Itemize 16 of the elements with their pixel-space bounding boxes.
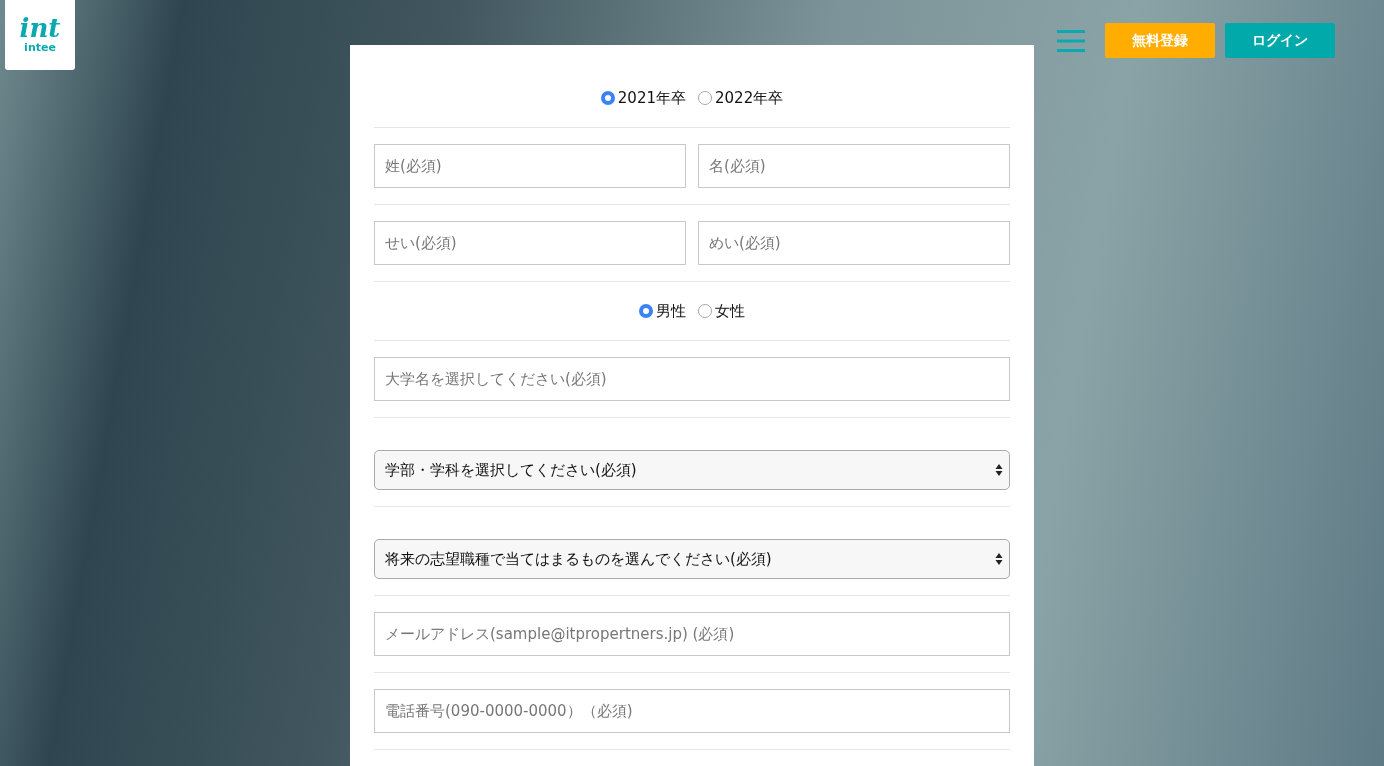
radio-option[interactable]: 男性 <box>639 298 686 324</box>
input-field[interactable]: めい(必須) <box>698 221 1010 265</box>
input-field[interactable]: メールアドレス(sample@itpropertners.jp) (必須) <box>374 612 1010 656</box>
input-field[interactable]: 電話番号(090-0000-0000）（必須) <box>374 689 1010 733</box>
input-field[interactable]: 大学名を選択してください(必須) <box>374 357 1010 401</box>
select-field[interactable]: 学部・学科を選択してください(必須) <box>374 450 1010 490</box>
menu-icon[interactable] <box>1057 29 1085 52</box>
sort-caret-icon <box>995 463 1003 477</box>
input-field[interactable]: 名(必須) <box>698 144 1010 188</box>
sort-caret-icon <box>995 552 1003 566</box>
radio-option[interactable]: 2022年卒 <box>698 85 784 111</box>
input-field[interactable]: せい(必須) <box>374 221 686 265</box>
select-field[interactable]: 将来の志望職種で当てはまるものを選んでください(必須) <box>374 539 1010 579</box>
radio-option[interactable]: 2021年卒 <box>600 85 686 111</box>
radio-option[interactable]: 女性 <box>698 298 745 324</box>
input-field[interactable]: 姓(必須) <box>374 144 686 188</box>
